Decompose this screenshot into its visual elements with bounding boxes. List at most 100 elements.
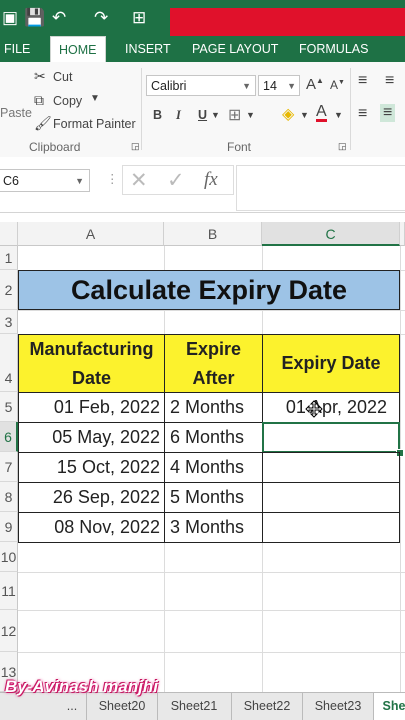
- align-left-icon[interactable]: ≡: [358, 105, 367, 123]
- underline-button[interactable]: U: [198, 108, 207, 122]
- column-gridline: [400, 246, 401, 692]
- formula-bar-grip-icon: ⋮: [106, 172, 119, 186]
- copy-dropdown-icon[interactable]: ▼: [90, 93, 100, 104]
- row-header-6[interactable]: 6: [0, 422, 18, 452]
- cell-b9[interactable]: 3 Months: [164, 512, 263, 543]
- row-gridline: [18, 652, 405, 653]
- row-header-12[interactable]: 12: [0, 610, 18, 652]
- cell-c7[interactable]: [262, 452, 400, 483]
- cell-b7[interactable]: 4 Months: [164, 452, 263, 483]
- align-center-icon[interactable]: ≡: [380, 104, 396, 122]
- table-icon[interactable]: ⊞: [132, 8, 146, 28]
- row-header-11[interactable]: 11: [0, 572, 18, 610]
- copy-icon: ⧉: [34, 92, 44, 108]
- row-header-1[interactable]: 1: [0, 246, 18, 270]
- row-header-9[interactable]: 9: [0, 512, 18, 542]
- underline-dropdown-icon[interactable]: ▼: [211, 110, 220, 120]
- cut-button[interactable]: Cut: [53, 70, 72, 84]
- sheet-title-cell[interactable]: Calculate Expiry Date: [18, 270, 400, 310]
- cell-a6[interactable]: 05 May, 2022: [18, 422, 165, 453]
- header-expire-after[interactable]: Expire After: [164, 334, 263, 393]
- italic-button[interactable]: I: [176, 108, 181, 123]
- worksheet-grid[interactable]: A B C 1 2 3 4 5 6 7 8 9 10 11 12 13 Calc…: [0, 222, 405, 692]
- font-launcher-icon[interactable]: ◲: [338, 141, 347, 152]
- excel-logo-icon: ▣: [2, 8, 19, 27]
- enter-icon[interactable]: ✓: [167, 168, 185, 193]
- column-header-d[interactable]: [400, 222, 405, 246]
- redo-icon[interactable]: ↷: [94, 8, 108, 28]
- font-color-icon[interactable]: A: [316, 104, 327, 122]
- tab-home[interactable]: HOME: [50, 36, 106, 63]
- font-color-dropdown-icon[interactable]: ▼: [334, 110, 343, 120]
- save-icon[interactable]: 💾: [24, 8, 45, 28]
- tab-file[interactable]: FILE: [4, 36, 30, 62]
- undo-icon[interactable]: ↶: [52, 8, 66, 28]
- clipboard-group-label: Clipboard: [29, 140, 81, 154]
- sheet-tab-more[interactable]: ...: [60, 693, 84, 720]
- ribbon-separator: [350, 68, 351, 150]
- cell-c8[interactable]: [262, 482, 400, 513]
- row-header-5[interactable]: 5: [0, 392, 18, 422]
- ribbon-home: Paste ✂ Cut ⧉ Copy ▼ 🖌 Format Painter Cl…: [0, 62, 405, 158]
- select-all-corner[interactable]: [0, 222, 18, 246]
- paste-button[interactable]: Paste: [0, 106, 32, 120]
- sheet-tab-sheet21[interactable]: Sheet21: [157, 693, 232, 720]
- chevron-down-icon: ▼: [287, 81, 296, 91]
- row-header-8[interactable]: 8: [0, 482, 18, 512]
- row-gridline: [18, 572, 405, 573]
- formula-input[interactable]: [236, 165, 405, 211]
- column-header-c[interactable]: C: [262, 222, 400, 246]
- sheet-tab-sheet23[interactable]: Sheet23: [303, 693, 374, 720]
- font-family-select[interactable]: Calibri ▼: [146, 75, 256, 96]
- cell-a7[interactable]: 15 Oct, 2022: [18, 452, 165, 483]
- sheet-tab-sheet22[interactable]: Sheet22: [232, 693, 303, 720]
- font-group-label: Font: [227, 140, 252, 154]
- format-painter-button[interactable]: Format Painter: [53, 117, 136, 131]
- cell-a5[interactable]: 01 Feb, 2022: [18, 392, 165, 423]
- header-expiry-date[interactable]: Expiry Date: [262, 334, 400, 393]
- chevron-down-icon: ▼: [242, 81, 251, 91]
- sheet-tab-sheet20[interactable]: Sheet20: [86, 693, 158, 720]
- header-manufacturing-date[interactable]: Manufacturing Date: [18, 334, 165, 393]
- font-size-select[interactable]: 14 ▼: [258, 75, 300, 96]
- decrease-font-icon[interactable]: A▼: [330, 78, 345, 92]
- cell-a8[interactable]: 26 Sep, 2022: [18, 482, 165, 513]
- cancel-icon[interactable]: ✕: [130, 168, 148, 193]
- tab-formulas[interactable]: FORMULAS: [299, 36, 368, 62]
- copy-button[interactable]: Copy: [53, 94, 82, 108]
- row-header-3[interactable]: 3: [0, 310, 18, 334]
- increase-font-icon[interactable]: A▲: [306, 76, 324, 93]
- cell-b6[interactable]: 6 Months: [164, 422, 263, 453]
- cell-c5[interactable]: 01 Apr, 2022: [262, 392, 400, 423]
- excel-window: ▣ 💾 ↶ ↷ ⊞ FILE HOME INSERT PAGE LAYOUT F…: [0, 0, 405, 720]
- cell-c9[interactable]: [262, 512, 400, 543]
- clipboard-launcher-icon[interactable]: ◲: [131, 141, 140, 152]
- scissors-icon: ✂: [34, 68, 46, 84]
- tab-page-layout[interactable]: PAGE LAYOUT: [192, 36, 278, 62]
- fill-color-icon[interactable]: ◈: [282, 104, 294, 124]
- cell-b5[interactable]: 2 Months: [164, 392, 263, 423]
- cell-a9[interactable]: 08 Nov, 2022: [18, 512, 165, 543]
- row-header-4[interactable]: 4: [0, 334, 18, 392]
- bold-button[interactable]: B: [153, 108, 162, 122]
- tab-insert[interactable]: INSERT: [125, 36, 171, 62]
- column-header-b[interactable]: B: [164, 222, 262, 246]
- font-size-value: 14: [263, 79, 277, 93]
- borders-dropdown-icon[interactable]: ▼: [246, 110, 255, 120]
- sheet-tab-active[interactable]: She: [374, 693, 405, 720]
- fill-color-dropdown-icon[interactable]: ▼: [300, 110, 309, 120]
- cell-c6-selected[interactable]: [262, 422, 400, 453]
- align-top-icon[interactable]: ≡: [358, 72, 367, 90]
- column-header-a[interactable]: A: [18, 222, 164, 246]
- name-box-value: C6: [3, 174, 19, 188]
- borders-icon[interactable]: ⊞: [228, 105, 241, 125]
- name-box[interactable]: C6 ▼: [0, 169, 90, 192]
- row-header-7[interactable]: 7: [0, 452, 18, 482]
- row-header-2[interactable]: 2: [0, 270, 18, 310]
- align-middle-icon[interactable]: ≡: [385, 72, 394, 90]
- formula-bar: C6 ▼ ⋮ ✕ ✓ fx: [0, 157, 405, 213]
- row-header-10[interactable]: 10: [0, 542, 18, 572]
- author-watermark: By-Avinash manjhi: [5, 677, 159, 696]
- cell-b8[interactable]: 5 Months: [164, 482, 263, 513]
- insert-function-icon[interactable]: fx: [204, 169, 218, 191]
